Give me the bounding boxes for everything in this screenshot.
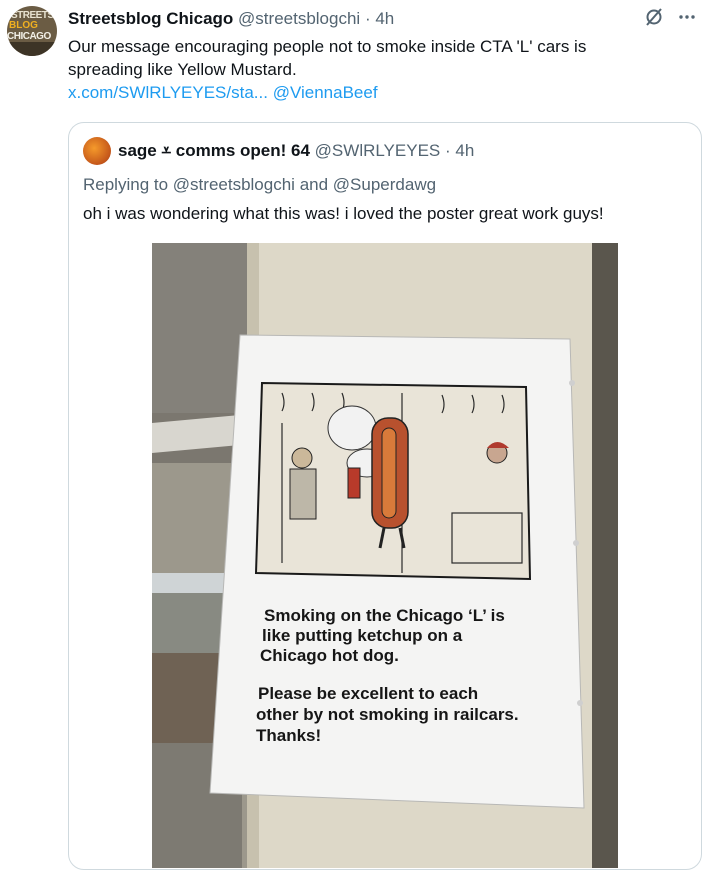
poster-line-2: like putting ketchup on a xyxy=(262,626,463,645)
quote-header: sage ⩡ comms open! 64 @SWlRLYEYES · 4h xyxy=(118,140,474,162)
tweet-mention[interactable]: @ViennaBeef xyxy=(273,83,378,102)
tweet-link[interactable]: x.com/SWlRLYEYES/sta... xyxy=(68,83,268,102)
quote-timestamp[interactable]: 4h xyxy=(455,141,474,160)
poster-line-5: other by not smoking in railcars. xyxy=(256,705,519,724)
author-avatar[interactable]: STREETS BLOG CHICAGO xyxy=(7,6,57,56)
reply-mention-2[interactable]: @Superdawg xyxy=(333,175,436,194)
poster-line-3: Chicago hot dog. xyxy=(260,646,399,665)
poster-line-1: Smoking on the Chicago ‘L’ is xyxy=(264,606,505,625)
separator: · xyxy=(364,9,371,28)
more-icon[interactable] xyxy=(677,7,697,32)
author-name[interactable]: Streetsblog Chicago xyxy=(68,9,233,28)
avatar-text-3: CHICAGO xyxy=(7,31,51,42)
quote-author-name[interactable]: sage ⩡ comms open! 64 xyxy=(118,141,310,160)
replying-to: Replying to @streetsblogchi and @Superda… xyxy=(83,174,436,196)
quote-text: oh i was wondering what this was! i love… xyxy=(83,204,604,223)
replying-to-label: Replying to xyxy=(83,175,169,194)
quote-author-handle[interactable]: @SWlRLYEYES xyxy=(315,141,441,160)
tweet-text-line2: spreading like Yellow Mustard. xyxy=(68,60,297,79)
quoted-tweet[interactable]: sage ⩡ comms open! 64 @SWlRLYEYES · 4h R… xyxy=(68,122,702,870)
avatar-text-2: BLOG xyxy=(9,20,38,31)
photo-scene: Smoking on the Chicago ‘L’ is like putti… xyxy=(152,243,618,868)
replying-to-and: and xyxy=(299,175,329,194)
timestamp[interactable]: 4h xyxy=(375,9,394,28)
grok-icon[interactable] xyxy=(643,6,665,33)
quote-photo[interactable]: Smoking on the Chicago ‘L’ is like putti… xyxy=(152,243,618,868)
tweet-header: Streetsblog Chicago @streetsblogchi · 4h xyxy=(68,8,394,30)
tweet-actions xyxy=(643,6,697,33)
poster-line-6: Thanks! xyxy=(256,726,321,745)
reply-mention-1[interactable]: @streetsblogchi xyxy=(173,175,295,194)
author-handle[interactable]: @streetsblogchi xyxy=(238,9,360,28)
tweet-text: Our message encouraging people not to sm… xyxy=(68,35,688,104)
quote-separator: · xyxy=(445,141,451,160)
quote-author-avatar[interactable] xyxy=(83,137,111,165)
avatar-skyline xyxy=(7,42,57,56)
tweet-text-line1: Our message encouraging people not to sm… xyxy=(68,37,587,56)
poster-line-4: Please be excellent to each xyxy=(258,684,478,703)
